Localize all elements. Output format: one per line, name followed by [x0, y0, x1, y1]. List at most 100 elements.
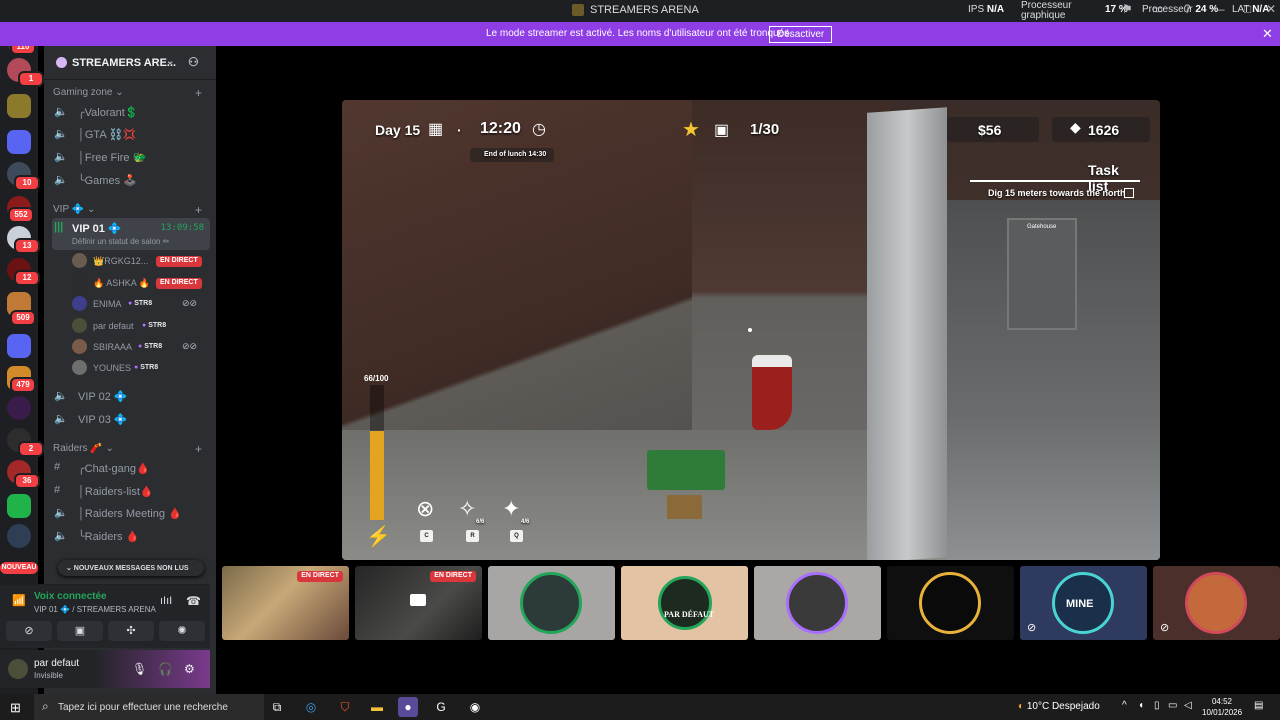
screen-share-icon — [410, 594, 426, 606]
windows-start-icon[interactable]: ⊞ — [10, 700, 21, 716]
speaker-icon: 🔈 — [54, 413, 68, 425]
avatar — [72, 360, 87, 375]
task-view-icon[interactable]: ⧉ — [267, 697, 287, 717]
participant-tile[interactable] — [754, 566, 881, 640]
stream-view[interactable]: Gatehouse Day 15 ▦ · 12:20 ◷ End of lunc… — [342, 100, 1160, 560]
settings-gear-icon[interactable]: ⚙ — [184, 662, 195, 676]
close-window-icon[interactable]: ✕ — [1266, 2, 1276, 16]
channel-games[interactable]: 🔈 ╰Games 🕹️ — [52, 170, 210, 190]
soundboard-button[interactable]: ✺ — [159, 621, 205, 641]
add-user-icon[interactable]: ⚇ — [188, 55, 199, 69]
obs-taskbar-icon[interactable]: ◉ — [465, 697, 485, 717]
app-taskbar-icon[interactable]: G — [431, 697, 451, 717]
channel-label: │Raiders Meeting 🩸 — [78, 508, 182, 520]
channel-vip-03[interactable]: 🔈 VIP 03 💠 — [52, 409, 210, 429]
edge-browser-icon[interactable]: ◎ — [301, 697, 321, 717]
avatar-caption: MINE — [1066, 598, 1094, 610]
tool-count: 4/6 — [521, 519, 530, 525]
server-icon[interactable] — [7, 94, 31, 118]
channel-label: VIP 01 💠 — [72, 223, 122, 235]
disable-streamer-mode-button[interactable]: Désactiver — [769, 26, 833, 43]
channel-status-link[interactable]: Définir un statut de salon ✏ — [72, 237, 169, 246]
channel-chat-gang[interactable]: # ╭Chat-gang🩸 — [52, 458, 210, 478]
screen-share-button[interactable]: ▣ — [57, 621, 103, 641]
add-channel-icon[interactable]: + — [195, 203, 202, 217]
voice-user[interactable]: YOUNESSTR8 — [72, 358, 212, 378]
channel-vip-02[interactable]: 🔈 VIP 02 💠 — [52, 386, 210, 406]
category-raiders[interactable]: Raiders 🧨 ⌄ + — [53, 442, 202, 456]
microphone-icon[interactable]: 🎙 — [132, 662, 147, 676]
nouveau-badge[interactable]: NOUVEAU — [0, 562, 38, 574]
notifications-icon[interactable]: ▤ — [1254, 700, 1263, 711]
participant-tile[interactable]: EN DIRECT — [355, 566, 482, 640]
voice-user[interactable]: ENIMA STR8 ⊘⊘ — [72, 294, 212, 314]
channel-raiders-meeting[interactable]: 🔈 │Raiders Meeting 🩸 — [52, 503, 210, 523]
category-gaming-zone[interactable]: Gaming zone ⌄ + — [53, 86, 202, 100]
voice-user[interactable]: SBIRAAA STR8 ⊘⊘ — [72, 337, 212, 357]
tray-volume-icon[interactable]: ◁ — [1184, 700, 1192, 711]
folder-icon[interactable] — [7, 130, 31, 154]
taskbar-clock[interactable]: 04:52 10/01/2026 — [1202, 696, 1242, 718]
help-icon[interactable]: ? — [1184, 2, 1191, 16]
hud-separator: · — [457, 122, 462, 138]
maximize-icon[interactable]: □ — [1244, 2, 1251, 16]
new-messages-pill[interactable]: ⌄ NOUVEAUX MESSAGES NON LUS — [58, 560, 204, 576]
folder-icon[interactable] — [7, 334, 31, 358]
str8-badge: STR8 — [142, 322, 166, 329]
participant-tile[interactable]: MINE ⊘ — [1020, 566, 1147, 640]
noise-suppression-icon[interactable]: ıIıI — [160, 595, 172, 607]
discord-taskbar-icon[interactable]: ● — [398, 697, 418, 717]
add-channel-icon[interactable]: + — [195, 86, 202, 100]
avatar — [72, 296, 87, 311]
channel-valorant[interactable]: 🔈 ╭Valorant💲 — [52, 102, 210, 122]
server-header[interactable]: STREAMERS ARE... ⌄ ⚇ — [44, 46, 216, 80]
participant-tile[interactable]: PAR DÉFAUT — [621, 566, 748, 640]
channel-vip-01[interactable]: ||| VIP 01 💠 13:09:58 Définir un statut … — [52, 218, 210, 250]
add-channel-icon[interactable]: + — [195, 442, 202, 456]
voice-connected-label[interactable]: Voix connectée — [34, 591, 107, 602]
tray-mic-icon[interactable]: ▯ — [1154, 700, 1160, 711]
voice-user[interactable]: 🔥 ASHKA 🔥 EN DIRECT — [72, 273, 212, 293]
minimize-icon[interactable]: – — [1218, 2, 1225, 16]
unread-badge: 10 — [14, 175, 40, 191]
activities-button[interactable]: ✣ — [108, 621, 154, 641]
channel-raiders[interactable]: 🔈 ╰Raiders 🩸 — [52, 526, 210, 546]
participant-tile[interactable]: ⊘ — [1153, 566, 1280, 640]
tray-chevron-icon[interactable]: ^ — [1122, 700, 1127, 711]
gatehouse-sign: Gatehouse — [1027, 224, 1057, 230]
avatar — [72, 275, 87, 290]
taskbar-search[interactable]: ⌕ Tapez ici pour effectuer une recherche — [34, 694, 264, 720]
participant-tile[interactable]: EN DIRECT — [222, 566, 349, 640]
server-icon[interactable] — [7, 494, 31, 518]
camera-off-button[interactable]: ⊘ — [6, 621, 52, 641]
channel-free-fire[interactable]: 🔈 │Free Fire 🐲 — [52, 147, 210, 167]
voice-user[interactable]: 👑RGKG12... EN DIRECT — [72, 251, 212, 271]
disconnect-icon[interactable]: ☎ — [186, 594, 201, 608]
channel-raiders-list[interactable]: # │Raiders-list🩸 — [52, 481, 210, 501]
channel-label: ╭Chat-gang🩸 — [78, 463, 150, 475]
file-explorer-icon[interactable]: ▬ — [367, 697, 387, 717]
voice-user[interactable]: par defaut STR8 — [72, 316, 212, 336]
participant-tile[interactable] — [887, 566, 1014, 640]
flag-icon[interactable]: ⚑ — [1122, 2, 1133, 16]
game-wall — [692, 100, 892, 430]
inbox-icon[interactable]: ▭ — [1152, 2, 1163, 16]
category-vip[interactable]: VIP 💠 ⌄ + — [53, 203, 202, 217]
server-icon[interactable] — [7, 524, 31, 548]
participant-tile[interactable] — [488, 566, 615, 640]
task-item: Dig 15 meters towards the north — [988, 188, 1126, 198]
chevron-down-icon: ⌄ — [166, 56, 175, 67]
server-icon[interactable] — [7, 396, 31, 420]
user-avatar[interactable] — [8, 659, 28, 679]
user-name[interactable]: par defaut — [34, 658, 79, 669]
brave-browser-icon[interactable]: ⛉ — [335, 697, 355, 717]
voice-channel-label[interactable]: VIP 01 💠 / STREAMERS ARENA — [34, 605, 156, 614]
tray-network-icon[interactable]: ▭ — [1168, 700, 1177, 711]
close-banner-icon[interactable]: ✕ — [1262, 26, 1273, 42]
headphones-icon[interactable]: 🎧 — [158, 662, 173, 676]
signal-icon[interactable]: 📶 — [12, 594, 26, 607]
channel-gta[interactable]: 🔈 │GTA ⛓️💢 — [52, 124, 210, 144]
tray-location-icon[interactable]: ◖ — [1138, 700, 1144, 711]
weather-widget[interactable]: ◐ 10°C Despejado — [1018, 701, 1100, 712]
voice-timer: 13:09:58 — [160, 223, 204, 233]
